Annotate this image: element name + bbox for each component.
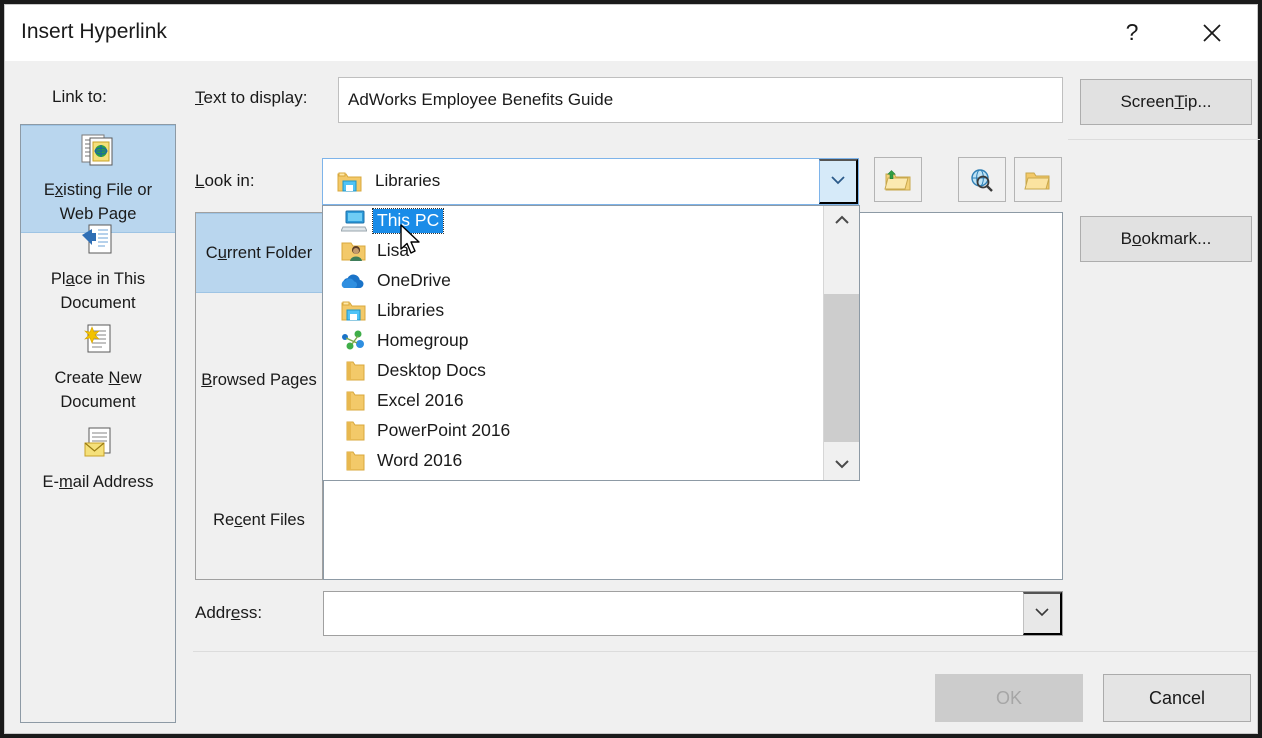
libraries-folder-icon xyxy=(341,298,367,324)
up-one-folder-button[interactable] xyxy=(874,157,922,202)
list-item[interactable]: Libraries xyxy=(323,296,859,326)
list-item[interactable]: OneDrive xyxy=(323,266,859,296)
address-label: Address: xyxy=(195,603,262,623)
sidebar-item-place-in-this-document[interactable]: Place in This Document xyxy=(21,217,175,321)
sidebar-item-email-address[interactable]: E-mail Address xyxy=(21,420,175,500)
scroll-down-button[interactable] xyxy=(824,450,859,480)
address-dropdown-arrow[interactable] xyxy=(1023,592,1062,635)
look-in-combobox[interactable]: Libraries xyxy=(322,158,859,205)
list-item-label: This PC xyxy=(373,209,443,233)
list-item-label: Libraries xyxy=(373,299,448,323)
folder-icon xyxy=(341,358,367,384)
tab-recent-files[interactable]: Recent Files xyxy=(196,503,322,537)
insert-hyperlink-dialog: Insert Hyperlink ? Link to: xyxy=(4,4,1258,734)
link-to-label: Link to: xyxy=(52,87,107,107)
list-item-label: Excel 2016 xyxy=(373,389,468,413)
list-item-label: Desktop Docs xyxy=(373,359,490,383)
create-new-document-icon xyxy=(21,322,175,363)
ok-button[interactable]: OK xyxy=(935,674,1083,722)
browse-the-web-button[interactable] xyxy=(958,157,1006,202)
scrollbar-thumb[interactable] xyxy=(824,294,859,442)
look-in-dropdown-list[interactable]: This PC Lisa OneDrive xyxy=(322,205,860,481)
folder-icon xyxy=(341,388,367,414)
existing-file-or-web-page-icon xyxy=(21,132,175,175)
list-item[interactable]: Lisa xyxy=(323,236,859,266)
sidebar-item-label: Create New Document xyxy=(21,366,175,420)
tab-current-folder[interactable]: Current Folder xyxy=(196,213,322,293)
dropdown-scrollbar[interactable] xyxy=(823,206,859,480)
open-folder-icon xyxy=(1024,167,1052,193)
title-bar: Insert Hyperlink ? xyxy=(5,5,1257,61)
link-to-panel: Existing File or Web Page Place in This … xyxy=(20,124,176,723)
close-button[interactable] xyxy=(1189,13,1235,53)
globe-search-icon xyxy=(968,167,996,193)
email-address-icon xyxy=(21,426,175,467)
bookmark-button[interactable]: Bookmark... xyxy=(1080,216,1252,262)
browse-mode-tabs: Current Folder Browsed Pages Recent File… xyxy=(195,212,323,580)
right-divider xyxy=(1068,139,1260,140)
page-title: Insert Hyperlink xyxy=(21,20,167,44)
list-item[interactable]: Excel 2016 xyxy=(323,386,859,416)
cancel-button[interactable]: Cancel xyxy=(1103,674,1251,722)
close-icon xyxy=(1200,21,1224,45)
help-button[interactable]: ? xyxy=(1109,13,1155,53)
this-pc-icon xyxy=(341,208,367,234)
look-in-dropdown-arrow[interactable] xyxy=(819,159,858,204)
text-to-display-input[interactable] xyxy=(338,77,1063,123)
libraries-folder-icon xyxy=(337,170,363,199)
address-combobox xyxy=(323,591,1063,636)
folder-icon xyxy=(341,448,367,474)
list-item[interactable]: Homegroup xyxy=(323,326,859,356)
browse-for-file-button[interactable] xyxy=(1014,157,1062,202)
chevron-up-icon xyxy=(832,213,852,227)
list-item[interactable]: Desktop Docs xyxy=(323,356,859,386)
screentip-button[interactable]: ScreenTip... xyxy=(1080,79,1252,125)
svg-text:?: ? xyxy=(1126,21,1139,45)
list-item-label: Homegroup xyxy=(373,329,472,353)
chevron-down-icon xyxy=(1032,605,1052,619)
scroll-up-button[interactable] xyxy=(824,206,859,236)
list-item[interactable]: This PC xyxy=(323,206,859,236)
tab-browsed-pages[interactable]: Browsed Pages xyxy=(196,363,322,397)
text-to-display-label: Text to display: xyxy=(195,88,307,108)
sidebar-item-label: Place in This Document xyxy=(21,267,175,321)
chevron-down-icon xyxy=(832,457,852,471)
address-input[interactable] xyxy=(324,592,1023,635)
user-folder-icon xyxy=(341,238,367,264)
list-item-label: Word 2016 xyxy=(373,449,466,473)
list-item-label: OneDrive xyxy=(373,269,455,293)
question-mark-icon: ? xyxy=(1122,21,1142,45)
footer-divider xyxy=(193,651,1257,652)
folder-icon xyxy=(341,418,367,444)
sidebar-item-label: E-mail Address xyxy=(21,470,175,500)
look-in-value: Libraries xyxy=(375,171,440,191)
list-item-label: PowerPoint 2016 xyxy=(373,419,514,443)
chevron-down-icon xyxy=(828,173,848,187)
sidebar-item-create-new-document[interactable]: Create New Document xyxy=(21,316,175,420)
look-in-label: Look in: xyxy=(195,171,255,191)
homegroup-icon xyxy=(341,328,367,354)
place-in-this-document-icon xyxy=(21,223,175,264)
list-item[interactable]: PowerPoint 2016 xyxy=(323,416,859,446)
list-item-label: Lisa xyxy=(373,239,413,263)
list-item[interactable]: Word 2016 xyxy=(323,446,859,476)
onedrive-cloud-icon xyxy=(341,268,367,294)
folder-up-arrow-icon xyxy=(884,167,912,193)
